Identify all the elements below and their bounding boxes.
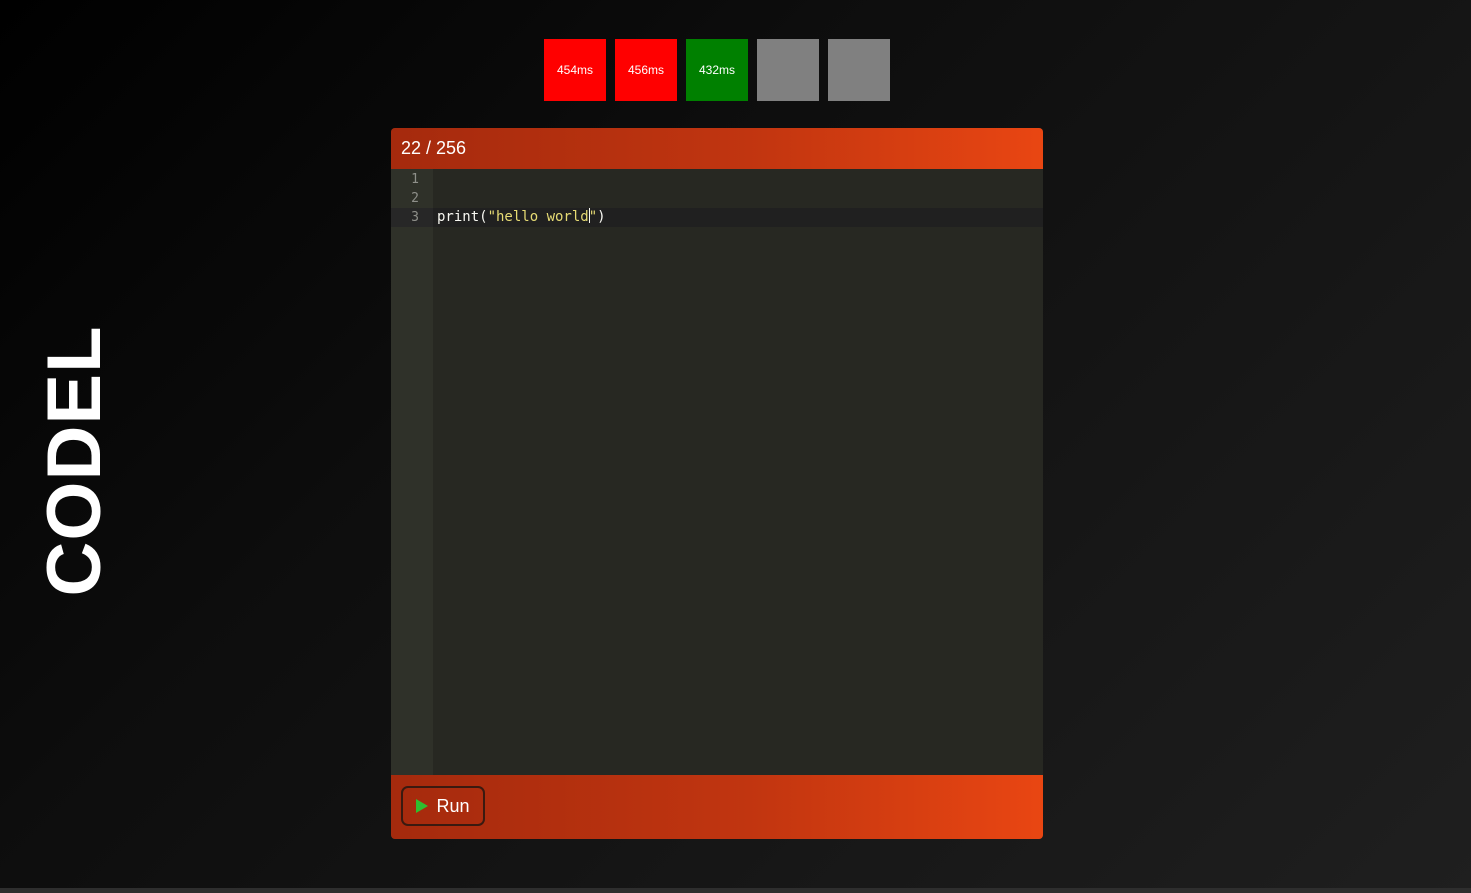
- code-line[interactable]: [433, 170, 1043, 189]
- code-line[interactable]: [433, 189, 1043, 208]
- bottom-strip: [0, 888, 1471, 893]
- line-number: 2: [411, 191, 419, 206]
- line-number: 3: [391, 208, 433, 227]
- attempt-tile: 432ms: [686, 39, 748, 101]
- attempt-time: 432ms: [698, 63, 736, 77]
- editor-footer: Run: [391, 775, 1043, 839]
- code-line[interactable]: print("hello world"): [433, 208, 1043, 227]
- line-number-gutter: 1 2 3: [391, 169, 433, 775]
- attempt-time: 454ms: [556, 63, 594, 77]
- code-token: "hello world: [487, 209, 589, 225]
- attempt-time: 456ms: [627, 63, 665, 77]
- character-count: 22 / 256: [401, 138, 467, 158]
- code-input[interactable]: print("hello world"): [433, 169, 1043, 775]
- run-button-label: Run: [436, 795, 470, 816]
- attempt-tiles: 454ms 456ms 432ms: [544, 39, 890, 101]
- code-token: ": [588, 209, 598, 225]
- attempt-tile: 454ms: [544, 39, 606, 101]
- editor-panel: 22 / 256 1 2 3 print("hello world") Run: [391, 128, 1043, 839]
- attempt-tile: 456ms: [615, 39, 677, 101]
- line-number: 1: [411, 172, 419, 187]
- code-editor[interactable]: 1 2 3 print("hello world"): [391, 169, 1043, 775]
- run-button[interactable]: Run: [401, 786, 485, 826]
- code-token: print(: [437, 209, 488, 225]
- app-title: CODEL: [32, 325, 117, 597]
- attempt-tile: [828, 39, 890, 101]
- editor-header: 22 / 256: [391, 128, 1043, 169]
- play-icon: [416, 799, 429, 813]
- attempt-tile: [757, 39, 819, 101]
- code-token: ): [597, 209, 606, 225]
